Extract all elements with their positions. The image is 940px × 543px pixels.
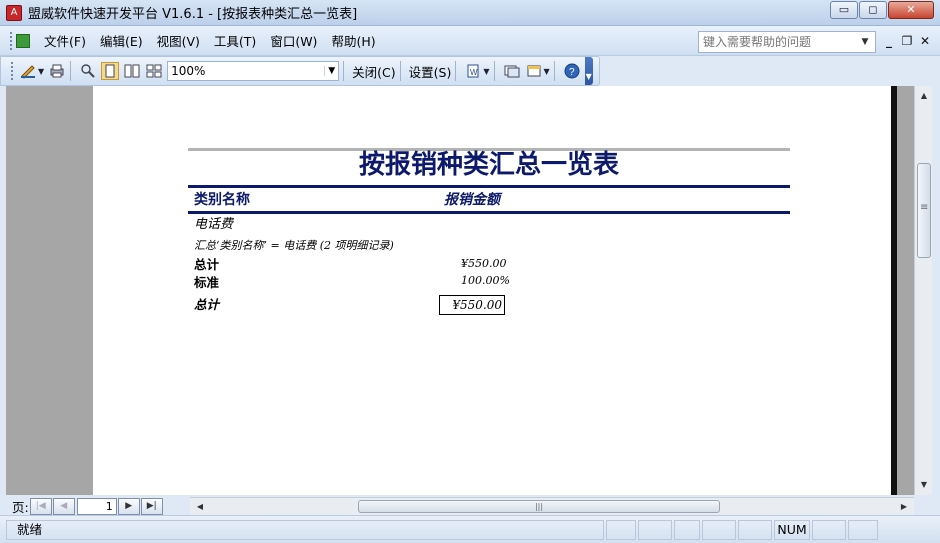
- page-number-input[interactable]: 1: [76, 497, 117, 515]
- group-summary-line: 汇总‘类别名称’ = 电话费 (2 项明细记录): [194, 239, 394, 252]
- status-cell: [674, 519, 700, 540]
- minimize-button[interactable]: ▭: [830, 1, 858, 19]
- zoom-select[interactable]: 100% ▼: [167, 61, 340, 81]
- toolbar-options-icon[interactable]: ▼: [584, 57, 593, 85]
- horizontal-scroll-thumb[interactable]: |||: [358, 500, 720, 513]
- menu-tools[interactable]: 工具(T): [214, 31, 256, 50]
- status-bar: 就绪 NUM: [0, 515, 940, 543]
- toolbar-separator: [343, 61, 345, 81]
- mdi-controls: _ ❐ ✕: [880, 33, 934, 49]
- zoom-value: 100%: [171, 64, 206, 78]
- menu-file[interactable]: 文件(F): [44, 31, 86, 50]
- header-rule-bottom: [188, 211, 790, 214]
- mdi-close-button[interactable]: ✕: [916, 33, 934, 49]
- status-cell: [702, 519, 736, 540]
- toolbar-separator: [553, 61, 555, 81]
- report-title: 按报销种类汇总一览表: [358, 150, 619, 180]
- chevron-down-icon[interactable]: ▼: [857, 37, 873, 47]
- previous-page-icon[interactable]: ◀: [52, 497, 75, 515]
- subtotal-value: ¥550.00: [461, 257, 507, 270]
- toolbar-separator: [493, 61, 495, 81]
- window-title: 盟威软件快速开发平台 V1.6.1 - [按报表种类汇总一览表]: [28, 7, 358, 22]
- next-page-icon[interactable]: ▶: [117, 497, 140, 515]
- print-preview-toolbar: ▼ 100% ▼ 关闭(C) 设置(S) W ▼ ▼ ? ▼: [0, 56, 600, 86]
- page-navigator: 页: |◀ ◀ 1 ▶ ▶|: [0, 495, 190, 517]
- word-export-icon[interactable]: W: [464, 62, 482, 80]
- chevron-down-icon[interactable]: ▼: [38, 67, 44, 76]
- database-window-icon[interactable]: [503, 62, 521, 80]
- svg-text:?: ?: [569, 67, 575, 78]
- help-search-box[interactable]: ▼: [698, 31, 876, 53]
- report-page: 按报销种类汇总一览表 类别名称 报销金额 电话费 汇总‘类别名称’ = 电话费 …: [93, 86, 891, 495]
- new-object-icon[interactable]: [525, 62, 543, 80]
- page-setup-button[interactable]: 设置(S): [409, 62, 452, 81]
- multiple-pages-icon[interactable]: [145, 62, 163, 80]
- menu-edit[interactable]: 编辑(E): [100, 31, 143, 50]
- scroll-down-icon[interactable]: ▼: [915, 477, 933, 493]
- toolbar-separator: [70, 61, 72, 81]
- single-page-icon[interactable]: [101, 62, 120, 80]
- grand-total-label: 总计: [194, 297, 220, 312]
- magnifier-icon[interactable]: [79, 62, 97, 80]
- mdi-minimize-button[interactable]: _: [880, 33, 898, 49]
- subtotal-label: 总计: [194, 257, 220, 272]
- help-icon[interactable]: ?: [563, 62, 581, 80]
- status-cell: [812, 519, 846, 540]
- title-bar: A 盟威软件快速开发平台 V1.6.1 - [按报表种类汇总一览表] ▭ ◻ ✕: [0, 0, 940, 26]
- mdi-restore-button[interactable]: ❐: [898, 33, 916, 49]
- svg-text:W: W: [470, 68, 478, 77]
- horizontal-scrollbar[interactable]: ◀ ||| ▶: [190, 497, 914, 515]
- header-rule-top: [188, 185, 790, 188]
- toolbar-grip[interactable]: [10, 31, 14, 50]
- design-view-icon[interactable]: [19, 62, 37, 80]
- toolbar-grip[interactable]: [11, 62, 15, 80]
- report-preview-area: 按报销种类汇总一览表 类别名称 报销金额 电话费 汇总‘类别名称’ = 电话费 …: [6, 86, 914, 495]
- toolbar-separator: [399, 61, 401, 81]
- scroll-up-icon[interactable]: ▲: [915, 88, 933, 104]
- standard-label: 标准: [194, 275, 220, 290]
- group-category-value: 电话费: [194, 217, 234, 232]
- maximize-button[interactable]: ◻: [859, 1, 887, 19]
- menu-window[interactable]: 窗口(W): [270, 31, 317, 50]
- first-page-icon[interactable]: |◀: [29, 497, 52, 515]
- column-header-category: 类别名称: [194, 192, 250, 208]
- chevron-down-icon[interactable]: ▼: [324, 66, 338, 76]
- page-label: 页:: [12, 499, 29, 515]
- toolbar-separator: [455, 61, 457, 81]
- status-cell: [848, 519, 878, 540]
- status-text: 就绪: [6, 519, 604, 540]
- menu-help[interactable]: 帮助(H): [331, 31, 375, 50]
- close-button[interactable]: ✕: [888, 1, 934, 19]
- last-page-icon[interactable]: ▶|: [140, 497, 163, 515]
- scroll-right-icon[interactable]: ▶: [896, 498, 912, 516]
- chevron-down-icon[interactable]: ▼: [544, 67, 550, 76]
- status-cell: [638, 519, 672, 540]
- scroll-left-icon[interactable]: ◀: [192, 498, 208, 516]
- menu-view[interactable]: 视图(V): [157, 31, 200, 50]
- access-icon: A: [6, 4, 22, 21]
- status-cell: [606, 519, 636, 540]
- chevron-down-icon[interactable]: ▼: [483, 67, 489, 76]
- status-cell: [738, 519, 772, 540]
- grand-total-value: ¥550.00: [439, 295, 505, 315]
- app-window: A 盟威软件快速开发平台 V1.6.1 - [按报表种类汇总一览表] ▭ ◻ ✕…: [0, 0, 940, 543]
- vertical-scrollbar[interactable]: ▲ ▼: [914, 86, 932, 495]
- standard-value: 100.00%: [461, 274, 510, 287]
- document-icon[interactable]: [16, 33, 30, 48]
- help-search-input[interactable]: [699, 33, 857, 51]
- window-controls: ▭ ◻ ✕: [829, 1, 934, 19]
- two-pages-icon[interactable]: [123, 62, 141, 80]
- close-preview-button[interactable]: 关闭(C): [352, 62, 395, 81]
- status-num: NUM: [774, 519, 810, 540]
- print-icon[interactable]: [48, 62, 66, 80]
- page-edge: [891, 86, 897, 495]
- column-header-amount: 报销金额: [444, 192, 500, 208]
- vertical-scroll-thumb[interactable]: [917, 163, 931, 258]
